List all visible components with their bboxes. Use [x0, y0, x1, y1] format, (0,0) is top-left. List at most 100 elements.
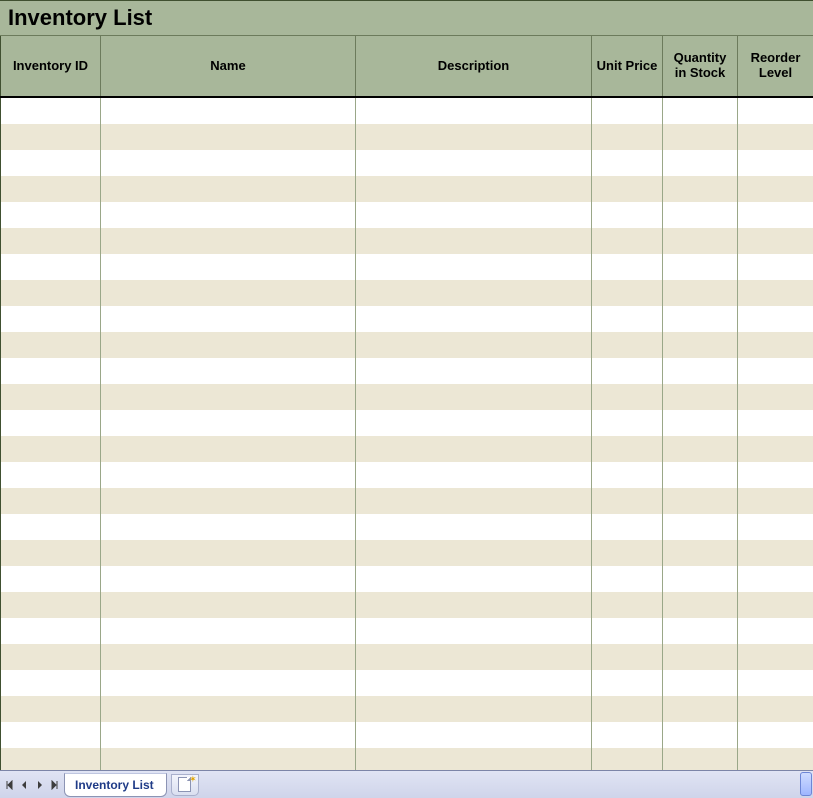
- cell-desc[interactable]: [355, 670, 591, 696]
- cell-desc[interactable]: [355, 696, 591, 722]
- table-row[interactable]: [0, 358, 813, 384]
- cell-name[interactable]: [100, 592, 355, 618]
- cell-reorder[interactable]: [737, 332, 813, 358]
- table-row[interactable]: [0, 748, 813, 770]
- cell-desc[interactable]: [355, 462, 591, 488]
- table-row[interactable]: [0, 124, 813, 150]
- cell-desc[interactable]: [355, 124, 591, 150]
- cell-name[interactable]: [100, 540, 355, 566]
- cell-desc[interactable]: [355, 540, 591, 566]
- table-row[interactable]: [0, 696, 813, 722]
- cell-price[interactable]: [591, 592, 662, 618]
- cell-desc[interactable]: [355, 202, 591, 228]
- cell-qty[interactable]: [662, 358, 737, 384]
- cell-id[interactable]: [0, 306, 100, 332]
- cell-qty[interactable]: [662, 748, 737, 770]
- cell-reorder[interactable]: [737, 228, 813, 254]
- cell-desc[interactable]: [355, 488, 591, 514]
- cell-price[interactable]: [591, 98, 662, 124]
- table-row[interactable]: [0, 306, 813, 332]
- column-header-price[interactable]: Unit Price: [591, 36, 662, 96]
- table-row[interactable]: [0, 566, 813, 592]
- data-grid[interactable]: [0, 98, 813, 770]
- table-row[interactable]: [0, 592, 813, 618]
- cell-name[interactable]: [100, 696, 355, 722]
- table-row[interactable]: [0, 436, 813, 462]
- cell-desc[interactable]: [355, 176, 591, 202]
- cell-reorder[interactable]: [737, 254, 813, 280]
- cell-qty[interactable]: [662, 150, 737, 176]
- cell-qty[interactable]: [662, 644, 737, 670]
- cell-desc[interactable]: [355, 228, 591, 254]
- sheet-tab-inventory-list[interactable]: Inventory List: [64, 773, 167, 797]
- table-row[interactable]: [0, 254, 813, 280]
- cell-name[interactable]: [100, 150, 355, 176]
- cell-reorder[interactable]: [737, 592, 813, 618]
- cell-desc[interactable]: [355, 384, 591, 410]
- cell-price[interactable]: [591, 644, 662, 670]
- cell-price[interactable]: [591, 618, 662, 644]
- cell-price[interactable]: [591, 228, 662, 254]
- cell-desc[interactable]: [355, 98, 591, 124]
- new-sheet-button[interactable]: ✶: [171, 774, 199, 796]
- cell-qty[interactable]: [662, 566, 737, 592]
- cell-desc[interactable]: [355, 566, 591, 592]
- cell-desc[interactable]: [355, 254, 591, 280]
- cell-name[interactable]: [100, 98, 355, 124]
- prev-sheet-button[interactable]: [16, 775, 32, 795]
- table-row[interactable]: [0, 488, 813, 514]
- table-row[interactable]: [0, 202, 813, 228]
- cell-price[interactable]: [591, 488, 662, 514]
- table-row[interactable]: [0, 176, 813, 202]
- cell-name[interactable]: [100, 410, 355, 436]
- table-row[interactable]: [0, 98, 813, 124]
- cell-price[interactable]: [591, 436, 662, 462]
- column-header-id[interactable]: Inventory ID: [0, 36, 100, 96]
- cell-price[interactable]: [591, 410, 662, 436]
- cell-reorder[interactable]: [737, 618, 813, 644]
- vertical-scrollbar[interactable]: [800, 772, 812, 796]
- cell-desc[interactable]: [355, 280, 591, 306]
- cell-reorder[interactable]: [737, 540, 813, 566]
- column-header-qty[interactable]: Quantity in Stock: [662, 36, 737, 96]
- cell-reorder[interactable]: [737, 566, 813, 592]
- cell-id[interactable]: [0, 514, 100, 540]
- cell-qty[interactable]: [662, 618, 737, 644]
- cell-qty[interactable]: [662, 280, 737, 306]
- table-row[interactable]: [0, 514, 813, 540]
- cell-desc[interactable]: [355, 332, 591, 358]
- cell-price[interactable]: [591, 332, 662, 358]
- column-header-name[interactable]: Name: [100, 36, 355, 96]
- table-row[interactable]: [0, 670, 813, 696]
- cell-reorder[interactable]: [737, 306, 813, 332]
- cell-reorder[interactable]: [737, 410, 813, 436]
- table-row[interactable]: [0, 332, 813, 358]
- cell-qty[interactable]: [662, 488, 737, 514]
- cell-price[interactable]: [591, 462, 662, 488]
- cell-name[interactable]: [100, 462, 355, 488]
- cell-id[interactable]: [0, 540, 100, 566]
- cell-price[interactable]: [591, 124, 662, 150]
- cell-name[interactable]: [100, 280, 355, 306]
- cell-name[interactable]: [100, 254, 355, 280]
- cell-name[interactable]: [100, 384, 355, 410]
- cell-price[interactable]: [591, 670, 662, 696]
- cell-reorder[interactable]: [737, 202, 813, 228]
- cell-qty[interactable]: [662, 254, 737, 280]
- cell-qty[interactable]: [662, 124, 737, 150]
- cell-reorder[interactable]: [737, 280, 813, 306]
- cell-price[interactable]: [591, 280, 662, 306]
- cell-id[interactable]: [0, 358, 100, 384]
- cell-id[interactable]: [0, 670, 100, 696]
- cell-price[interactable]: [591, 150, 662, 176]
- cell-qty[interactable]: [662, 462, 737, 488]
- cell-id[interactable]: [0, 124, 100, 150]
- table-row[interactable]: [0, 410, 813, 436]
- cell-name[interactable]: [100, 618, 355, 644]
- cell-qty[interactable]: [662, 228, 737, 254]
- cell-qty[interactable]: [662, 176, 737, 202]
- column-header-desc[interactable]: Description: [355, 36, 591, 96]
- cell-desc[interactable]: [355, 644, 591, 670]
- cell-desc[interactable]: [355, 436, 591, 462]
- cell-id[interactable]: [0, 644, 100, 670]
